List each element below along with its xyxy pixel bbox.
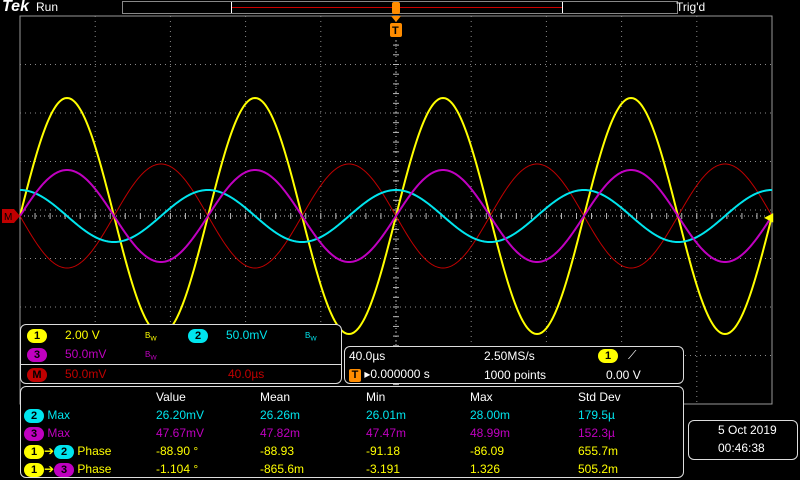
measurements-header-row: Value Mean Min Max Std Dev bbox=[24, 388, 668, 406]
math-ground-label: M bbox=[4, 212, 12, 223]
trigger-source: 1 ⟋ bbox=[598, 348, 636, 363]
row-value: -88.90 ° bbox=[156, 444, 199, 458]
math-time-scale: 40.0µs bbox=[228, 367, 265, 381]
row-std-dev: 655.7m bbox=[578, 444, 619, 458]
row-name: Phase bbox=[77, 461, 112, 476]
record-trigger-marker bbox=[392, 2, 400, 14]
math-row-divider bbox=[20, 364, 342, 365]
time: 00:46:38 bbox=[718, 441, 765, 455]
row-std-dev: 152.3µ bbox=[578, 426, 615, 440]
row-source-badge: 1 bbox=[24, 444, 44, 459]
row-name: Max bbox=[47, 407, 71, 422]
trigger-slope-icon: ⟋ bbox=[628, 348, 637, 362]
trigger-level: 0.00 V bbox=[606, 368, 641, 382]
horizontal-scale: 40.0µs bbox=[349, 349, 386, 363]
math-scale: 50.0mV bbox=[65, 367, 107, 381]
ch3-bw-limit: BW bbox=[145, 350, 157, 362]
row-min: 26.01m bbox=[366, 408, 407, 422]
measurement-row-ch2-max[interactable]: 2 Max 26.20mV 26.26m 26.01m 28.00m 179.5… bbox=[24, 406, 668, 424]
row-value: 26.20mV bbox=[156, 408, 205, 422]
row-source-badge: 1 bbox=[24, 462, 44, 477]
record-length: 1000 points bbox=[484, 368, 547, 382]
row-name: Phase bbox=[77, 443, 112, 458]
row-mean: -865.6m bbox=[260, 462, 305, 476]
math-scale-row[interactable]: M 50.0mV bbox=[27, 367, 106, 382]
measurement-row-phase-1-2[interactable]: 1 ➔ 2 Phase -88.90 ° -88.93 -91.18 -86.09 … bbox=[24, 442, 668, 460]
row-min: -91.18 bbox=[366, 444, 401, 458]
trigger-position-marker: T bbox=[390, 2, 402, 37]
arrow-right-icon: ➔ bbox=[44, 461, 55, 476]
row-max: -86.09 bbox=[470, 444, 505, 458]
row-name: Max bbox=[47, 425, 71, 440]
trigger-marker-label: T bbox=[392, 25, 399, 37]
math-ground-marker: M bbox=[2, 209, 20, 223]
row-source-badge: 2 bbox=[24, 408, 44, 423]
trigger-source-badge: 1 bbox=[598, 349, 618, 363]
ch3-scale-row[interactable]: 3 50.0mV bbox=[27, 347, 106, 362]
trigger-position-icon: T bbox=[349, 369, 361, 382]
col-std-dev: Std Dev bbox=[578, 390, 621, 404]
measurement-row-phase-1-3[interactable]: 1 ➔ 3 Phase -1.104 ° -865.6m -3.191 1.326 … bbox=[24, 460, 668, 478]
math-badge: M bbox=[27, 368, 47, 382]
measurements-table: Value Mean Min Max Std Dev 2 Max 26.20mV… bbox=[24, 388, 668, 478]
sample-rate: 2.50MS/s bbox=[484, 349, 535, 363]
trigger-position-row: T ▸0.000000 s bbox=[349, 367, 430, 382]
row-source-badge: 3 bbox=[24, 426, 44, 441]
row-std-dev: 179.5µ bbox=[578, 408, 615, 422]
ch2-scale: 50.0mV bbox=[226, 328, 268, 342]
row-value: 47.67mV bbox=[156, 426, 205, 440]
trigger-marker-arrow bbox=[391, 16, 401, 22]
trigger-level-marker: ◀ bbox=[764, 210, 774, 224]
row-max: 1.326 bbox=[470, 462, 501, 476]
col-mean: Mean bbox=[260, 390, 291, 404]
ch3-scale: 50.0mV bbox=[65, 347, 107, 361]
row-mean: 47.82m bbox=[260, 426, 301, 440]
ch1-scale-row[interactable]: 1 2.00 V bbox=[27, 328, 100, 343]
ch1-badge: 1 bbox=[27, 329, 47, 343]
ch3-badge: 3 bbox=[27, 348, 47, 362]
ch2-badge: 2 bbox=[188, 329, 208, 343]
ch1-scale: 2.00 V bbox=[65, 328, 100, 342]
row-target-badge: 2 bbox=[54, 444, 75, 459]
row-max: 28.00m bbox=[470, 408, 511, 422]
row-min: -3.191 bbox=[366, 462, 401, 476]
row-target-badge: 3 bbox=[54, 462, 75, 477]
row-value: -1.104 ° bbox=[156, 462, 199, 476]
col-max: Max bbox=[470, 390, 493, 404]
row-std-dev: 505.2m bbox=[578, 462, 619, 476]
measurement-row-ch3-max[interactable]: 3 Max 47.67mV 47.82m 47.47m 48.99m 152.3… bbox=[24, 424, 668, 442]
trigger-position: ▸0.000000 s bbox=[364, 367, 430, 381]
ch1-bw-limit: BW bbox=[145, 331, 157, 343]
arrow-right-icon: ➔ bbox=[44, 443, 55, 458]
ch2-bw-limit: BW bbox=[305, 331, 317, 343]
col-value: Value bbox=[156, 390, 186, 404]
row-mean: -88.93 bbox=[260, 444, 295, 458]
row-min: 47.47m bbox=[366, 426, 407, 440]
date: 5 Oct 2019 bbox=[718, 423, 777, 437]
ch2-scale-row[interactable]: 2 50.0mV bbox=[188, 328, 267, 343]
row-mean: 26.26m bbox=[260, 408, 301, 422]
row-max: 48.99m bbox=[470, 426, 511, 440]
col-min: Min bbox=[366, 390, 386, 404]
